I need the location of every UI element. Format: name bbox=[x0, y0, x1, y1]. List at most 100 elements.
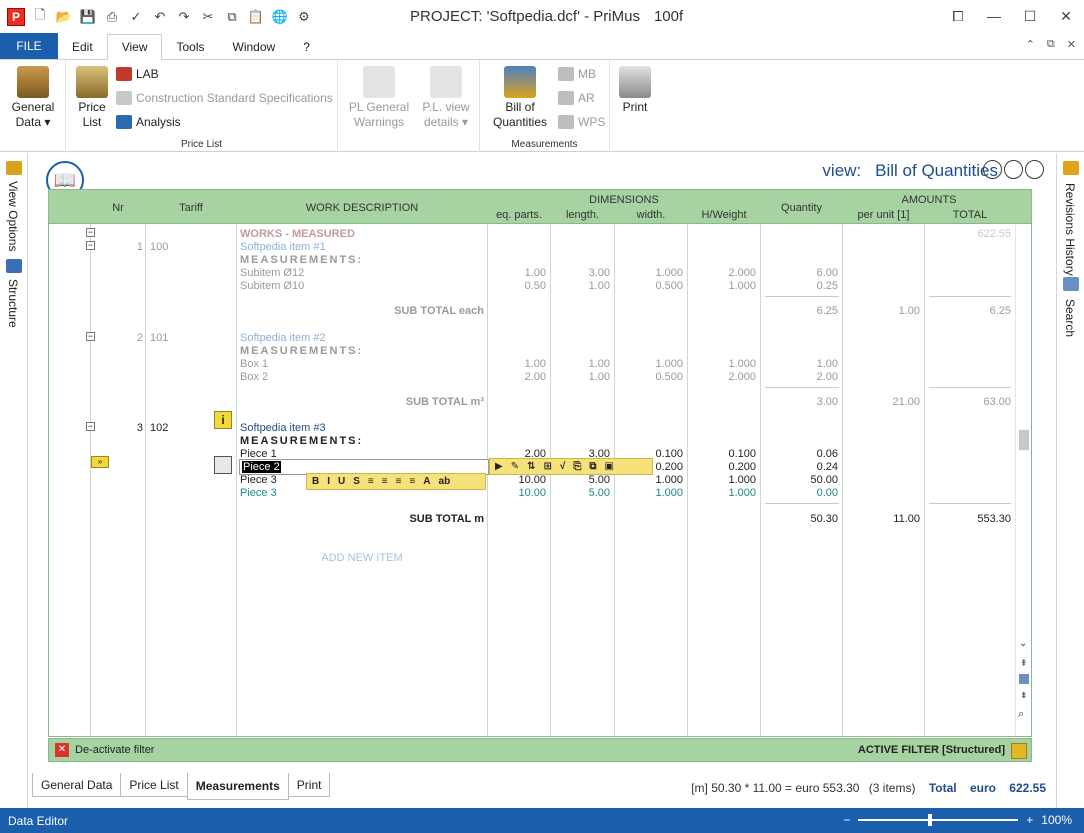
bill-of-quantities-button[interactable]: Bill of Quantities bbox=[488, 66, 552, 130]
undo-icon[interactable]: ↶ bbox=[150, 7, 170, 27]
row-hw[interactable]: 2.000 bbox=[688, 267, 756, 279]
redo-icon[interactable]: ↷ bbox=[174, 7, 194, 27]
construction-spec-button[interactable]: Construction Standard Specifications bbox=[116, 89, 333, 107]
menu-tools[interactable]: Tools bbox=[162, 35, 218, 59]
copy-icon[interactable]: ⧉ bbox=[586, 461, 599, 472]
align-center-button[interactable]: ≡ bbox=[379, 476, 391, 487]
zoom-out-button[interactable]: − bbox=[843, 813, 850, 827]
row-wid[interactable]: 1.000 bbox=[615, 474, 683, 486]
underline-button[interactable]: U bbox=[335, 476, 348, 487]
zoom-slider[interactable] bbox=[858, 814, 1019, 826]
header-hweight[interactable]: H/Weight bbox=[688, 208, 760, 222]
header-width[interactable]: width. bbox=[615, 208, 687, 222]
item-name[interactable]: Softpedia item #3 bbox=[240, 422, 326, 434]
lab-button[interactable]: LAB bbox=[116, 65, 159, 83]
general-data-button[interactable]: General Data ▾ bbox=[8, 66, 58, 130]
arrow-right-icon[interactable]: ▶ bbox=[492, 461, 506, 472]
row-desc[interactable]: Piece 3 bbox=[240, 487, 277, 499]
tab-general-data[interactable]: General Data bbox=[32, 773, 122, 797]
header-total[interactable]: TOTAL bbox=[925, 208, 1015, 222]
strike-button[interactable]: S bbox=[350, 476, 363, 487]
ar-button[interactable]: AR bbox=[558, 89, 595, 107]
scroll-bottom-icon[interactable]: ⇟ bbox=[1020, 690, 1028, 701]
mb-button[interactable]: MB bbox=[558, 65, 596, 83]
eye-icon[interactable] bbox=[983, 160, 1002, 179]
close-button[interactable]: ✕ bbox=[1048, 0, 1084, 32]
sqrt-icon[interactable]: √ bbox=[557, 461, 569, 472]
row-hw[interactable]: 2.000 bbox=[688, 371, 756, 383]
header-work-description[interactable]: WORK DESCRIPTION bbox=[237, 201, 487, 215]
bold-button[interactable]: B bbox=[309, 476, 322, 487]
restore-doc-icon[interactable]: ⧉ bbox=[1047, 38, 1055, 51]
print-button[interactable]: Print bbox=[616, 66, 654, 115]
close-doc-icon[interactable]: ✕ bbox=[1067, 38, 1076, 51]
row-eq[interactable]: 2.00 bbox=[488, 371, 546, 383]
menu-edit[interactable]: Edit bbox=[58, 35, 107, 59]
collapse-ribbon-icon[interactable]: ⌃ bbox=[1026, 38, 1035, 51]
paste-icon[interactable]: 📋 bbox=[246, 7, 266, 27]
row-desc[interactable]: Box 2 bbox=[240, 371, 268, 383]
row-pointer-icon[interactable]: » bbox=[91, 456, 109, 468]
tab-price-list[interactable]: Price List bbox=[120, 773, 188, 797]
row-len[interactable]: 1.00 bbox=[551, 371, 610, 383]
settings-icon[interactable]: ⚙ bbox=[294, 7, 314, 27]
align-left-button[interactable]: ≡ bbox=[365, 476, 377, 487]
save-icon[interactable]: 💾 bbox=[78, 7, 98, 27]
row-len[interactable]: 5.00 bbox=[551, 487, 610, 499]
scroll-top-icon[interactable]: ⇞ bbox=[1020, 658, 1028, 669]
tab-measurements[interactable]: Measurements bbox=[186, 773, 289, 800]
tab-print[interactable]: Print bbox=[287, 773, 331, 797]
cut-icon[interactable]: ✂ bbox=[198, 7, 218, 27]
row-len[interactable]: 5.00 bbox=[551, 474, 610, 486]
notes-icon[interactable] bbox=[214, 456, 232, 474]
edit-formula-icon[interactable]: ✎ bbox=[508, 461, 522, 472]
italic-button[interactable]: I bbox=[324, 476, 333, 487]
row-desc[interactable]: Subitem Ø10 bbox=[240, 280, 304, 292]
copy-icon[interactable]: ⧉ bbox=[222, 7, 242, 27]
minimize-button[interactable]: — bbox=[976, 0, 1012, 32]
row-eq[interactable]: 0.50 bbox=[488, 280, 546, 292]
tab-search[interactable]: Search bbox=[1063, 299, 1077, 337]
zoom-in-button[interactable]: + bbox=[1026, 813, 1033, 827]
row-len[interactable]: 1.00 bbox=[551, 358, 610, 370]
row-wid[interactable]: 0.200 bbox=[615, 461, 683, 473]
row-hw[interactable]: 1.000 bbox=[688, 487, 756, 499]
paste-icon[interactable]: ⎘ bbox=[570, 461, 584, 472]
printer-round-icon[interactable] bbox=[1004, 160, 1023, 179]
vertical-scrollbar[interactable]: ⌄ ⇞ ⇟ ⌕ bbox=[1015, 224, 1031, 736]
price-list-button[interactable]: Price List bbox=[72, 66, 112, 130]
highlight-button[interactable]: ab bbox=[436, 476, 454, 487]
header-tariff[interactable]: Tariff bbox=[146, 201, 236, 215]
scroll-down-icon[interactable]: ⌄ bbox=[1019, 638, 1027, 649]
row-hw[interactable]: 1.000 bbox=[688, 358, 756, 370]
row-wid[interactable]: 1.000 bbox=[615, 267, 683, 279]
add-new-item-button[interactable]: ADD NEW ITEM bbox=[237, 552, 487, 564]
pl-view-details-button[interactable]: P.L. view details ▾ bbox=[418, 66, 474, 130]
row-wid[interactable]: 0.500 bbox=[615, 280, 683, 292]
menu-window[interactable]: Window bbox=[219, 35, 290, 59]
row-len[interactable]: 3.00 bbox=[551, 267, 610, 279]
filter-icon[interactable] bbox=[1011, 743, 1027, 759]
tab-revisions-history[interactable]: Revisions History bbox=[1063, 183, 1077, 276]
row-wid[interactable]: 1.000 bbox=[615, 487, 683, 499]
zoom-knob[interactable] bbox=[928, 814, 933, 826]
tab-view-options[interactable]: View Options bbox=[6, 181, 20, 251]
header-per-unit[interactable]: per unit [1] bbox=[843, 208, 924, 222]
header-nr[interactable]: Nr bbox=[91, 201, 145, 215]
row-hw[interactable]: 0.200 bbox=[688, 461, 756, 473]
sort-icon[interactable]: ⇅ bbox=[524, 461, 538, 472]
scroll-bookmark-icon[interactable] bbox=[1019, 674, 1029, 684]
menu-view[interactable]: View bbox=[106, 34, 163, 60]
print-icon[interactable]: ⎙ bbox=[102, 7, 122, 27]
font-color-button[interactable]: A bbox=[420, 476, 433, 487]
row-desc[interactable]: Piece 3 bbox=[240, 474, 277, 486]
expand-toggle[interactable]: − bbox=[86, 228, 95, 237]
justify-button[interactable]: ≡ bbox=[406, 476, 418, 487]
row-desc[interactable]: Subitem Ø12 bbox=[240, 267, 304, 279]
item-name[interactable]: Softpedia item #2 bbox=[240, 332, 326, 344]
row-len[interactable]: 1.00 bbox=[551, 280, 610, 292]
row-wid[interactable]: 0.500 bbox=[615, 371, 683, 383]
restore-window-icon[interactable]: ⧠ bbox=[940, 0, 976, 32]
open-folder-icon[interactable]: 📂 bbox=[54, 7, 74, 27]
menu-help[interactable]: ? bbox=[289, 35, 324, 59]
